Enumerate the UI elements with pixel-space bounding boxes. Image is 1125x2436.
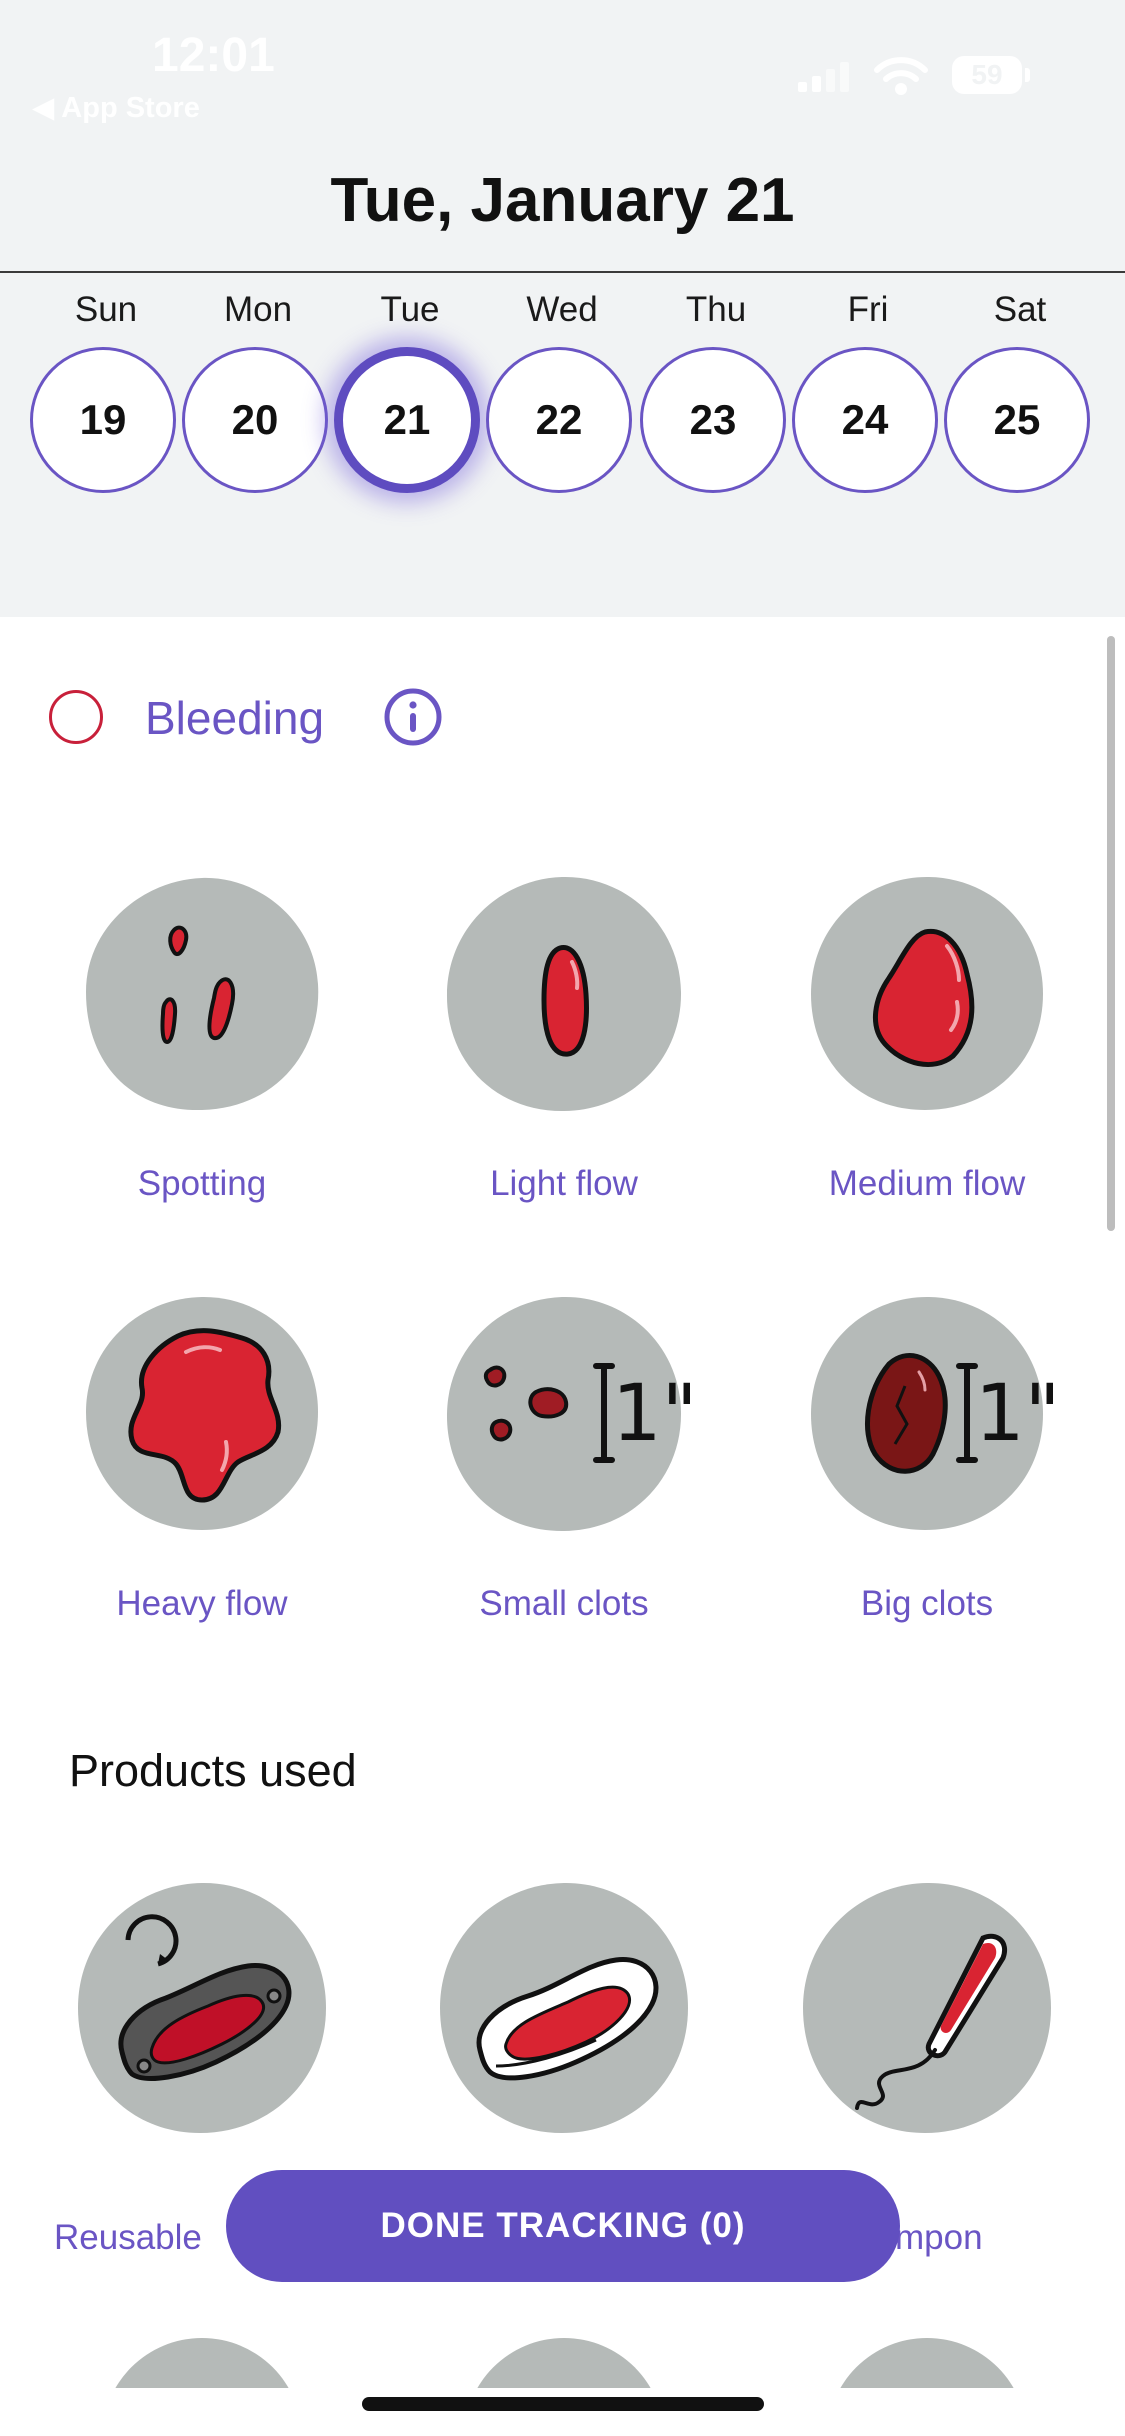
battery-tip <box>1025 68 1030 82</box>
day-number-button[interactable]: 19 <box>30 347 176 493</box>
option-label: Light flow <box>490 1164 638 1203</box>
reusable-pad-icon <box>78 1882 326 2133</box>
status-bar: 12:01 ◀ App Store 59 <box>0 0 1125 140</box>
back-to-app-store-link[interactable]: ◀ App Store <box>32 90 200 125</box>
wifi-icon <box>874 57 928 95</box>
option-label: Heavy flow <box>116 1584 288 1623</box>
cellular-signal-icon <box>798 62 849 92</box>
day-number-button-selected[interactable]: 21 <box>334 347 480 493</box>
product-option-peek <box>464 2338 664 2388</box>
big-clots-size-text: 1" <box>975 1369 1061 1459</box>
option-big-clots[interactable]: 1" Big clots <box>777 1294 1077 1624</box>
product-option-peek <box>102 2338 302 2388</box>
day-friday[interactable]: Fri 24 <box>792 280 944 510</box>
day-saturday[interactable]: Sat 25 <box>944 280 1096 510</box>
option-light-flow[interactable]: Light flow <box>414 874 714 1204</box>
option-heavy-flow[interactable]: Heavy flow <box>52 1294 352 1624</box>
day-name: Fri <box>847 290 889 329</box>
day-name: Tue <box>380 290 440 329</box>
spotting-icon <box>86 877 319 1111</box>
option-disposable-pad[interactable] <box>414 1880 714 2210</box>
small-clots-size-text: 1" <box>612 1369 698 1459</box>
status-time: 12:01 <box>152 29 275 82</box>
product-option-peek <box>827 2338 1027 2388</box>
day-number-button[interactable]: 23 <box>640 347 786 493</box>
header-divider <box>0 271 1125 273</box>
battery-indicator: 59 <box>952 56 1022 94</box>
light-flow-icon <box>446 876 682 1112</box>
products-section-title: Products used <box>69 1745 357 1796</box>
bleeding-toggle-radio[interactable] <box>49 690 103 744</box>
info-icon[interactable] <box>384 688 442 746</box>
option-tampon[interactable]: mpon <box>777 1880 1077 2257</box>
page-title: Tue, January 21 <box>330 166 795 235</box>
option-medium-flow[interactable]: Medium flow <box>777 874 1077 1204</box>
day-number-button[interactable]: 20 <box>182 347 328 493</box>
option-label: Medium flow <box>828 1164 1026 1203</box>
option-label: Small clots <box>479 1584 649 1623</box>
day-name: Wed <box>526 290 598 329</box>
day-name: Sat <box>993 290 1047 329</box>
day-wednesday[interactable]: Wed 22 <box>486 280 638 510</box>
day-number-button[interactable]: 25 <box>944 347 1090 493</box>
day-name: Thu <box>685 290 747 329</box>
option-reusable-pad[interactable]: Reusable <box>52 1880 352 2257</box>
week-strip: Sun 19 Mon 20 Tue 21 Wed 22 Thu 23 Fri 2… <box>0 280 1125 510</box>
done-tracking-button[interactable]: DONE TRACKING (0) <box>226 2170 900 2282</box>
heavy-flow-icon <box>86 1296 318 1530</box>
option-label: Big clots <box>860 1584 994 1623</box>
day-name: Mon <box>223 290 293 329</box>
calendar-header: 12:01 ◀ App Store 59 Tue, January 21 Sun… <box>0 0 1125 617</box>
day-sunday[interactable]: Sun 19 <box>30 280 182 510</box>
option-small-clots[interactable]: 1" Small clots <box>414 1294 714 1624</box>
bleeding-section-label: Bleeding <box>145 692 325 744</box>
day-monday[interactable]: Mon 20 <box>182 280 334 510</box>
day-number-button[interactable]: 24 <box>792 347 938 493</box>
disposable-pad-icon <box>440 1882 688 2133</box>
scrollbar[interactable] <box>1107 636 1115 1231</box>
tampon-icon <box>803 1882 1051 2133</box>
day-thursday[interactable]: Thu 23 <box>640 280 792 510</box>
day-tuesday[interactable]: Tue 21 <box>334 280 486 510</box>
day-name: Sun <box>74 290 138 329</box>
day-number-button[interactable]: 22 <box>486 347 632 493</box>
medium-flow-icon <box>811 876 1043 1110</box>
option-label: Spotting <box>137 1164 267 1203</box>
option-spotting[interactable]: Spotting <box>52 874 352 1204</box>
home-indicator[interactable] <box>362 2397 764 2411</box>
